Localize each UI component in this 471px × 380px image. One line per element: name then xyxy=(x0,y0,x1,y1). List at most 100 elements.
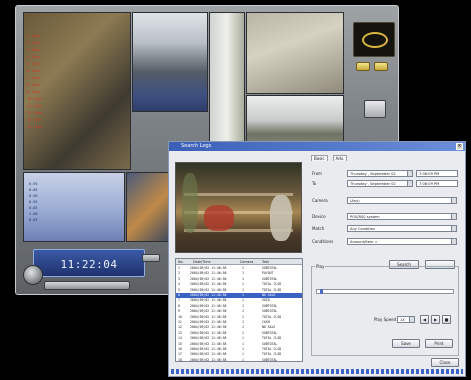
cell-text: SUBTOTAL xyxy=(262,276,278,281)
dialog-titlebar[interactable]: Search Logs × xyxy=(169,142,465,151)
field-camera-input[interactable]: (Any) xyxy=(347,197,457,204)
cell-cam: 1 xyxy=(242,309,244,314)
save-button[interactable]: Save xyxy=(392,339,420,348)
cell-cam: 1 xyxy=(242,320,244,324)
table-row[interactable]: 16 2004/09/02 11:46:58 1 TOTAL CLSD xyxy=(176,347,302,352)
play-caption: Play xyxy=(315,264,326,269)
field-from-time[interactable]: 7:08:09 PM xyxy=(416,170,458,177)
table-row[interactable]: 1 2004/09/02 11:46:58 1 SUBTOTAL xyxy=(176,266,302,271)
progress-strip xyxy=(171,369,463,374)
cell-dt: 2004/09/02 11:46:58 xyxy=(190,336,227,341)
camera-view-3[interactable] xyxy=(209,12,245,142)
cell-dt: 2004/09/02 11:46:58 xyxy=(190,352,227,357)
close-button[interactable]: Close xyxy=(431,358,459,367)
table-row[interactable]: 9 2004/09/02 11:46:58 1 SUBTOTAL xyxy=(176,309,302,314)
col-camera[interactable]: Camera xyxy=(240,260,253,264)
chevron-down-icon[interactable] xyxy=(451,214,456,219)
field-to-input[interactable]: Thursday , September 02 xyxy=(347,180,413,187)
chevron-down-icon[interactable] xyxy=(407,181,412,186)
overlay-line: 3 Item xyxy=(27,48,40,52)
cell-dt: 2004/09/02 11:46:58 xyxy=(190,298,227,303)
cell-cam: 1 xyxy=(242,325,244,330)
camera-view-4[interactable] xyxy=(246,12,344,94)
camera-view-7[interactable] xyxy=(126,172,170,242)
cell-no: 12 xyxy=(178,325,182,330)
table-row[interactable]: 8 2004/09/02 11:46:58 1 SUBTOTAL xyxy=(176,304,302,309)
panel-button-2[interactable] xyxy=(374,62,388,71)
layout-select-icon[interactable] xyxy=(364,100,386,118)
col-datetime[interactable]: Date/Time xyxy=(193,260,211,264)
table-row[interactable]: 5 2004/09/02 11:46:58 1 TOTAL CLSD xyxy=(176,288,302,293)
playback-preview[interactable] xyxy=(175,162,302,253)
field-value: Amount/Item = xyxy=(350,240,378,244)
table-row[interactable]: 3 2004/09/02 11:46:58 1 SUBTOTAL xyxy=(176,277,302,282)
table-row[interactable]: 12 2004/09/02 11:46:58 1 NO SALE xyxy=(176,325,302,330)
col-text[interactable]: Text xyxy=(262,260,269,264)
cell-no: 4 xyxy=(178,282,180,287)
camera-view-2[interactable] xyxy=(132,12,208,112)
cell-dt: 2004/09/02 11:46:58 xyxy=(190,330,227,335)
field-to-time[interactable]: 7:08:09 PM xyxy=(416,180,458,187)
table-row[interactable]: 2 2004/09/02 11:46:58 1 PAYOUT xyxy=(176,271,302,276)
cell-no: 9 xyxy=(178,309,180,314)
play-position-slider[interactable] xyxy=(316,289,454,294)
cell-text: VOID xyxy=(262,298,270,303)
table-row[interactable]: 11 2004/09/02 11:46:58 1 CASH xyxy=(176,320,302,325)
field-label-device: Device xyxy=(312,214,326,219)
camera-view-1[interactable]: 1 Item 2 Item 3 Item 4 Item 5 Item 6 Item 7 It… xyxy=(23,12,131,170)
field-value: Thursday , September 02 xyxy=(350,182,396,186)
results-table[interactable]: No. Date/Time Camera Text 1 2004/09/02 11… xyxy=(175,258,303,362)
play-group: Play Play Speed 1X ◀ ▶ ■ Save Print xyxy=(311,264,459,356)
field-time-value: 7:08:09 PM xyxy=(419,182,440,186)
table-row[interactable]: 15 2004/09/02 11:46:58 1 SUBTOTAL xyxy=(176,342,302,347)
cell-cam: 1 xyxy=(242,330,244,335)
cell-cam: 1 xyxy=(242,287,244,292)
camera-view-6[interactable]: 0.95 0.85 0.90 0.95 0.85 1.00 0.85 xyxy=(23,172,125,242)
play-icon[interactable]: ▶ xyxy=(431,315,440,324)
close-icon[interactable]: × xyxy=(456,143,463,150)
table-row[interactable]: 7 2004/09/02 11:46:58 1 VOID xyxy=(176,298,302,303)
cell-no: 13 xyxy=(178,330,182,335)
cell-cam: 1 xyxy=(242,336,244,341)
table-row[interactable]: 6 2004/09/02 11:46:58 1 NO SALE xyxy=(176,293,302,298)
chevron-down-icon[interactable] xyxy=(407,171,412,176)
cell-no: 8 xyxy=(178,303,180,308)
field-match-input[interactable]: Any Condition xyxy=(347,225,457,232)
tab-basic[interactable]: Basic xyxy=(311,155,328,161)
cell-dt: 2004/09/02 11:46:58 xyxy=(190,282,227,287)
cell-no: 17 xyxy=(178,352,182,357)
cell-dt: 2004/09/02 11:46:58 xyxy=(190,320,227,324)
play-speed-select[interactable]: 1X xyxy=(397,316,415,323)
table-row[interactable]: 13 2004/09/02 11:46:58 1 SUBTOTAL xyxy=(176,331,302,336)
chevron-down-icon[interactable] xyxy=(451,239,456,244)
dvr-small-button[interactable] xyxy=(142,254,160,262)
volume-knob-icon[interactable] xyxy=(23,265,43,285)
cell-cam: 1 xyxy=(242,266,244,270)
col-no[interactable]: No. xyxy=(178,260,184,264)
chevron-down-icon[interactable] xyxy=(451,198,456,203)
slider-thumb[interactable] xyxy=(319,289,323,294)
cell-no: 11 xyxy=(178,320,182,324)
table-row[interactable]: 10 2004/09/02 11:46:58 1 TOTAL CLSD xyxy=(176,315,302,320)
field-device-input[interactable]: POS/RS0 system xyxy=(347,213,457,220)
field-label-from: From xyxy=(312,171,322,176)
cell-cam: 1 xyxy=(242,293,244,297)
overlay-line: 8 Item xyxy=(27,83,40,87)
table-row[interactable]: 17 2004/09/02 11:46:58 1 TOTAL CLSD xyxy=(176,352,302,357)
cell-text: SUBTOTAL xyxy=(262,303,278,308)
register-line: 0.85 xyxy=(29,218,38,222)
panel-button-1[interactable] xyxy=(356,62,370,71)
table-row[interactable]: 14 2004/09/02 11:46:58 1 TOTAL CLSD xyxy=(176,336,302,341)
cell-text: TOTAL CLSD xyxy=(262,287,282,292)
tab-advanced[interactable]: Adv. xyxy=(332,155,348,161)
cell-cam: 1 xyxy=(242,341,244,346)
field-conditions-input[interactable]: Amount/Item = xyxy=(347,238,457,245)
print-button[interactable]: Print xyxy=(425,339,453,348)
step-back-icon[interactable]: ◀ xyxy=(420,315,429,324)
chevron-down-icon[interactable] xyxy=(451,226,456,231)
overlay-line: 1 Item xyxy=(27,34,40,38)
table-row[interactable]: 18 2004/09/02 11:46:58 1 SUBTOTAL xyxy=(176,358,302,361)
table-row[interactable]: 4 2004/09/02 11:46:58 1 TOTAL CLSD xyxy=(176,282,302,287)
stop-icon[interactable]: ■ xyxy=(442,315,451,324)
field-from-input[interactable]: Thursday , September 02 xyxy=(347,170,413,177)
